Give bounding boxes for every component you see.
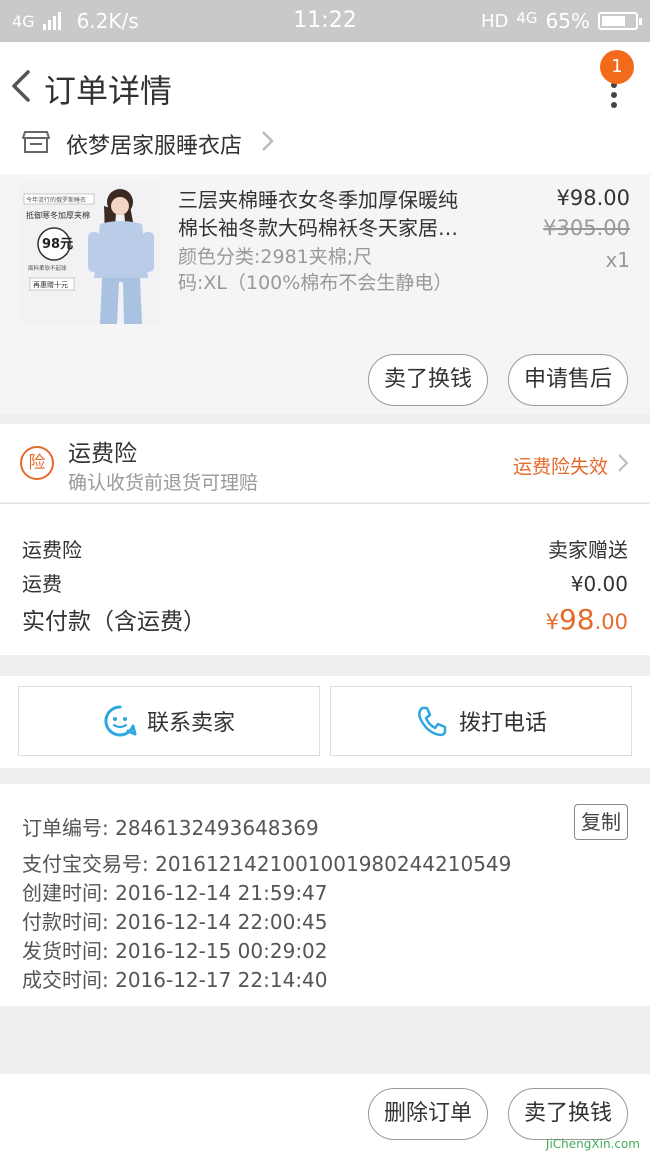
total-value: ¥98.00 xyxy=(546,603,628,636)
fee-row-total: 实付款（含运费） ¥98.00 xyxy=(22,602,628,636)
product-spec: 颜色分类:2981夹棉;尺 码:XL（100%棉布不会生静电） xyxy=(178,244,478,296)
order-info-line: 创建时间: 2016-12-14 21:59:47 xyxy=(22,881,328,905)
insurance-title: 运费险 xyxy=(68,441,137,467)
thumb-price-text: 98元 xyxy=(42,237,73,252)
order-item: 今年流行的俄罗斯睡衣 抵御寒冬加厚夹棉 98元 面料柔软不起球 再惠赠十元 三层… xyxy=(0,174,650,414)
fee-summary: 运费险 卖家赠送 运费 ¥0.00 实付款（含运费） ¥98.00 xyxy=(0,503,650,655)
contact-seller-button[interactable]: 联系卖家 xyxy=(18,686,320,756)
insurance-icon: 险 xyxy=(20,446,54,480)
back-arrow-icon[interactable] xyxy=(8,66,38,106)
more-dot xyxy=(611,102,617,108)
order-info-line: 付款时间: 2016-12-14 22:00:45 xyxy=(22,910,328,934)
store-icon xyxy=(22,131,50,153)
watermark-text: JiChengXin.com xyxy=(545,1137,640,1151)
total-integer: 98 xyxy=(558,603,595,636)
shipping-insurance-row[interactable]: 险 运费险 确认收货前退货可理赔 运费险失效 xyxy=(0,424,650,502)
contact-bar: 联系卖家 拨打电话 xyxy=(0,676,650,768)
product-price: ¥98.00 xyxy=(556,186,630,210)
product-title-line: 三层夹棉睡衣女冬季加厚保暖纯 xyxy=(178,188,458,212)
total-decimal: .00 xyxy=(594,610,628,634)
bottom-action-bar: 删除订单 卖了换钱 JiChengXin.com xyxy=(0,1074,650,1155)
store-name: 依梦居家服睡衣店 xyxy=(66,134,243,159)
order-info-line: 发货时间: 2016-12-15 00:29:02 xyxy=(22,939,328,963)
chat-face-icon xyxy=(104,705,137,737)
call-phone-button[interactable]: 拨打电话 xyxy=(330,686,632,756)
sell-exchange-bottom-button[interactable]: 卖了换钱 xyxy=(508,1088,628,1140)
more-dot xyxy=(611,92,617,98)
nav-bar: 订单详情 1 xyxy=(0,42,650,130)
sell-exchange-button[interactable]: 卖了换钱 xyxy=(368,354,488,406)
battery-fill xyxy=(602,16,626,26)
chevron-right-icon xyxy=(262,131,274,151)
copy-button[interactable]: 复制 xyxy=(574,804,628,840)
battery-percent: 65% xyxy=(545,9,590,33)
delete-order-button[interactable]: 删除订单 xyxy=(368,1088,488,1140)
fee-label: 运费险 xyxy=(22,538,82,562)
contact-seller-label: 联系卖家 xyxy=(146,711,235,736)
call-phone-label: 拨打电话 xyxy=(458,711,547,736)
thumb-note-text: 面料柔软不起球 xyxy=(28,264,67,272)
more-menu-icon[interactable] xyxy=(602,78,626,118)
page-title: 订单详情 xyxy=(44,72,173,110)
insurance-status: 运费险失效 xyxy=(512,456,608,478)
order-info: 复制 订单编号: 2846132493648369 支付宝交易号: 2016121… xyxy=(0,784,650,1006)
product-spec-line: 颜色分类:2981夹棉;尺 xyxy=(178,246,373,268)
product-spec-line: 码:XL（100%棉布不会生静电） xyxy=(178,272,453,294)
notification-badge: 1 xyxy=(600,50,634,84)
total-label: 实付款（含运费） xyxy=(22,609,206,635)
fee-value: ¥0.00 xyxy=(570,572,628,596)
thumb-bottom-text: 再惠赠十元 xyxy=(33,280,68,289)
network-type-2: 4G xyxy=(516,9,538,27)
order-info-line: 支付宝交易号: 2016121421001001980244210549 xyxy=(22,852,512,876)
original-price: ¥305.00 xyxy=(543,216,630,240)
after-sale-button[interactable]: 申请售后 xyxy=(508,354,628,406)
product-title-line: 棉长袖冬款大码棉袄冬天家居… xyxy=(178,216,458,240)
insurance-subtitle: 确认收货前退货可理赔 xyxy=(68,472,259,494)
thumb-tag-text: 今年流行的俄罗斯睡衣 xyxy=(26,196,86,204)
thumb-headline-text: 抵御寒冬加厚夹棉 xyxy=(26,210,90,220)
fee-row-insurance: 运费险 卖家赠送 xyxy=(22,534,628,563)
status-bar: 4G 6.2K/s 11:22 HD 4G 65% xyxy=(0,0,650,42)
product-quantity: x1 xyxy=(605,248,630,272)
chevron-right-icon xyxy=(618,454,629,472)
product-title[interactable]: 三层夹棉睡衣女冬季加厚保暖纯 棉长袖冬款大码棉袄冬天家居… xyxy=(178,186,498,242)
battery-icon xyxy=(598,12,642,30)
fee-row-shipping: 运费 ¥0.00 xyxy=(22,568,628,597)
hd-indicator: HD xyxy=(480,10,509,32)
product-image: 今年流行的俄罗斯睡衣 抵御寒冬加厚夹棉 98元 面料柔软不起球 再惠赠十元 xyxy=(20,182,160,324)
currency-symbol: ¥ xyxy=(545,610,559,634)
fee-label: 运费 xyxy=(22,572,62,596)
order-info-line: 成交时间: 2016-12-17 22:14:40 xyxy=(22,968,328,992)
fee-value: 卖家赠送 xyxy=(548,538,628,562)
store-row[interactable]: 依梦居家服睡衣店 xyxy=(0,128,650,174)
phone-icon xyxy=(418,706,447,737)
order-info-line: 订单编号: 2846132493648369 xyxy=(22,816,319,840)
product-thumbnail[interactable]: 今年流行的俄罗斯睡衣 抵御寒冬加厚夹棉 98元 面料柔软不起球 再惠赠十元 xyxy=(20,182,160,324)
